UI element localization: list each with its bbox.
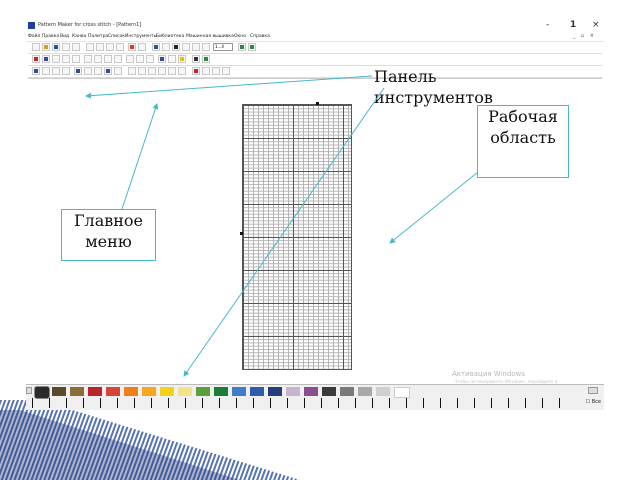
callout-arrows: [85, 75, 479, 377]
arrow-main-menu: [121, 103, 159, 210]
arrow-toolbar: [85, 75, 373, 99]
arrow-palette: [183, 87, 385, 377]
arrow-work-area: [389, 171, 479, 244]
